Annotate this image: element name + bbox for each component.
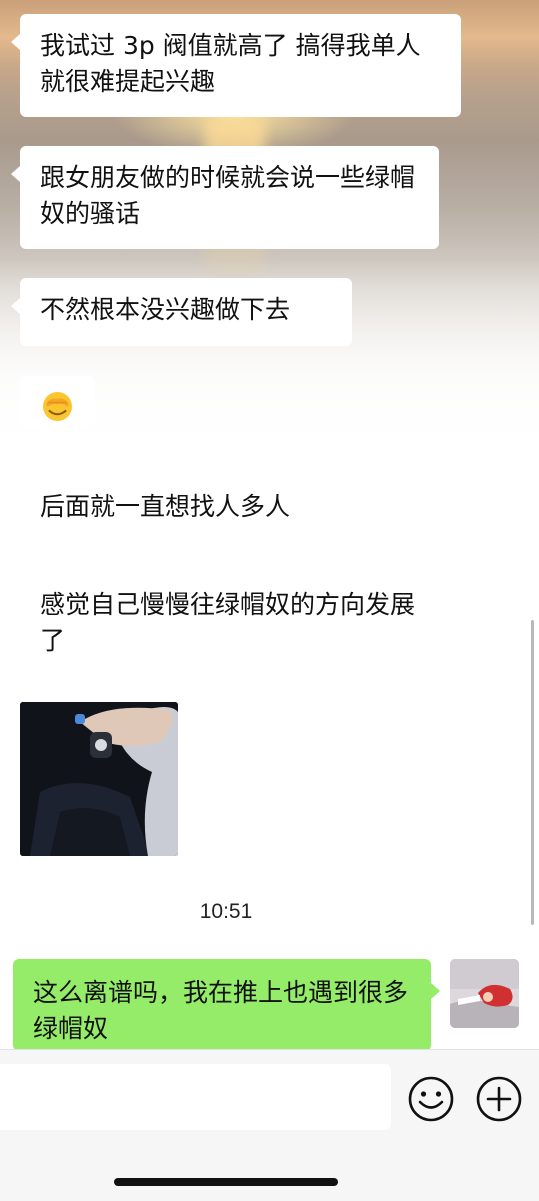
message-timestamp: 10:51: [199, 900, 253, 923]
home-indicator[interactable]: [114, 1178, 338, 1186]
received-message-bubble[interactable]: 我试过 3p 阀值就高了 搞得我单人就很难提起兴趣: [11, 14, 461, 117]
received-message-text[interactable]: 后面就一直想找人多人: [40, 489, 290, 525]
scrollbar[interactable]: [531, 620, 534, 925]
received-message-text[interactable]: 感觉自己慢慢往绿帽奴的方向发展了: [40, 587, 430, 659]
message-text: 感觉自己慢慢往绿帽奴的方向发展了: [40, 590, 416, 655]
message-text: 我试过 3p 阀值就高了 搞得我单人就很难提起兴趣: [40, 31, 421, 96]
avatar[interactable]: [450, 959, 519, 1028]
message-text: 后面就一直想找人多人: [40, 492, 291, 521]
car-gear-shift-photo: [20, 702, 178, 856]
face-palm-emoji-icon: [42, 391, 73, 422]
plus-circle-icon[interactable]: [475, 1075, 523, 1123]
received-message-bubble[interactable]: 不然根本没兴趣做下去: [11, 278, 352, 346]
message-text: 这么离谱吗，我在推上也遇到很多绿帽奴: [33, 978, 409, 1043]
message-input[interactable]: [0, 1064, 391, 1130]
message-text: 不然根本没兴趣做下去: [40, 295, 291, 324]
sent-message-bubble[interactable]: 这么离谱吗，我在推上也遇到很多绿帽奴: [13, 959, 440, 1051]
smiley-icon[interactable]: [407, 1075, 455, 1123]
received-image-message[interactable]: [20, 702, 178, 856]
input-bar: [0, 1049, 539, 1201]
message-text: 跟女朋友做的时候就会说一些绿帽奴的骚话: [40, 163, 416, 228]
avatar-image: [450, 959, 519, 1028]
received-emoji-bubble[interactable]: [20, 376, 95, 428]
received-message-bubble[interactable]: 跟女朋友做的时候就会说一些绿帽奴的骚话: [11, 146, 439, 249]
